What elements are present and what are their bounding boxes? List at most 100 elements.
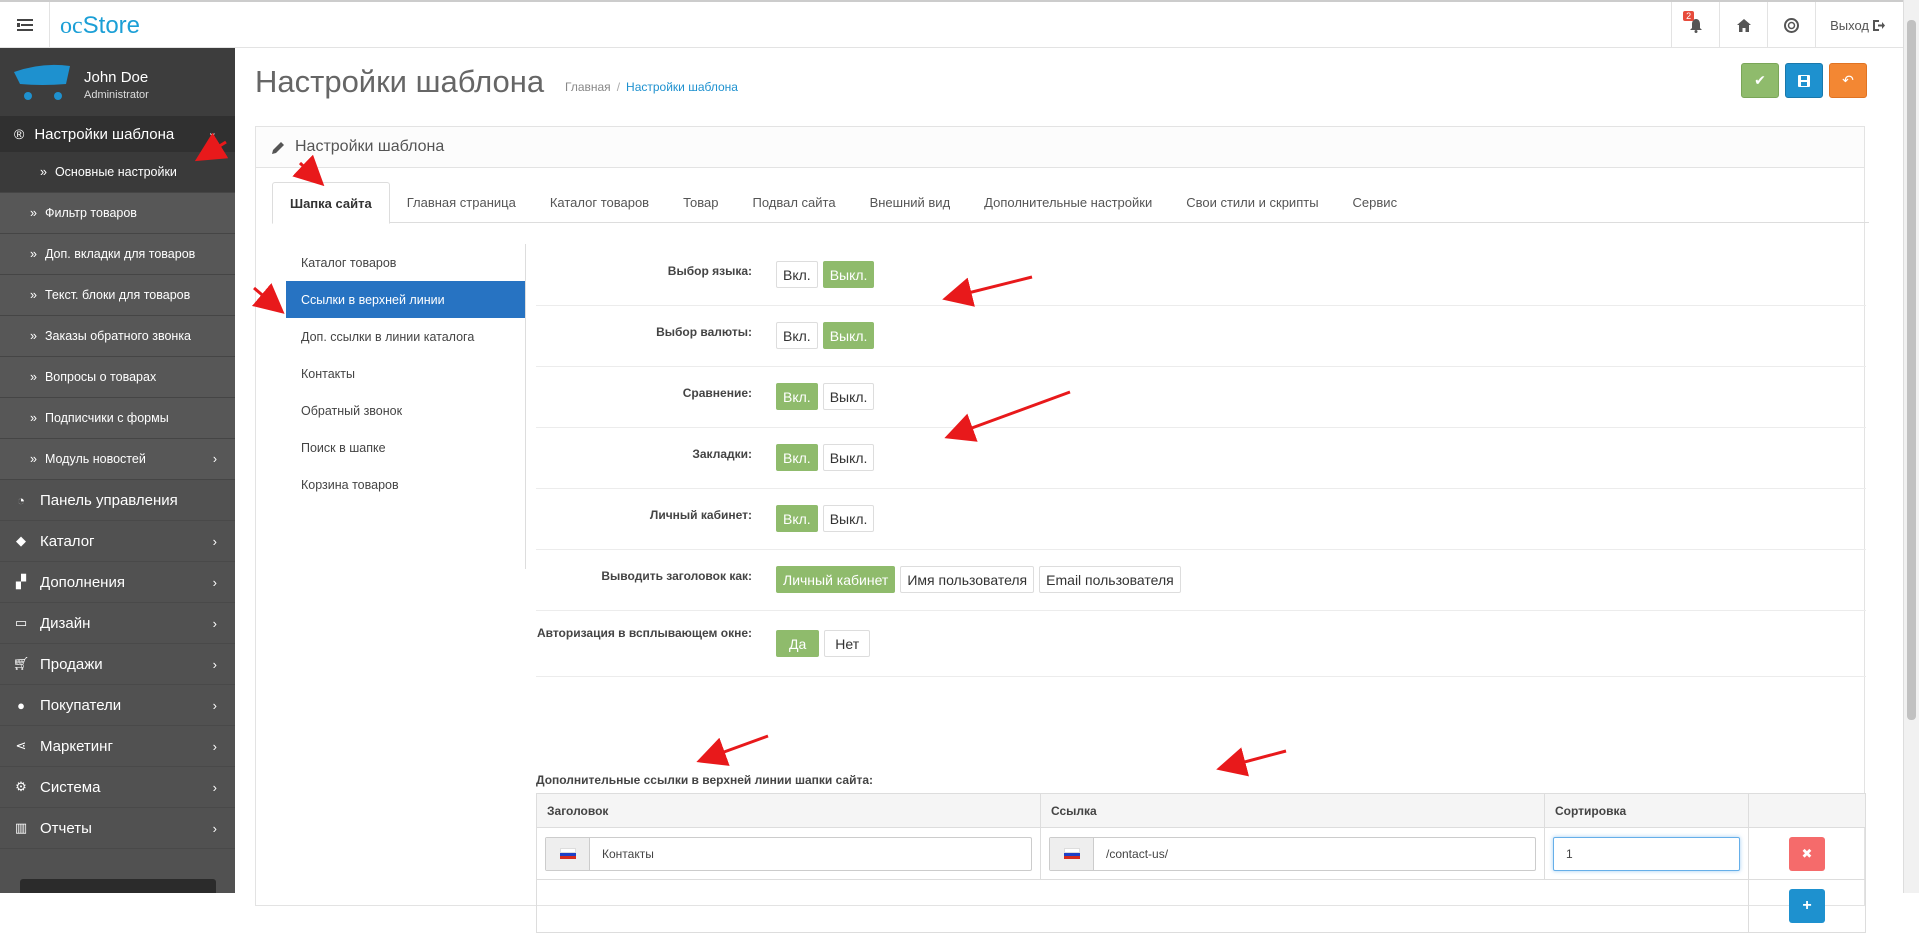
russian-flag-icon	[1063, 848, 1080, 859]
panel-title: Настройки шаблона	[295, 138, 445, 155]
heading-email-button[interactable]: Email пользователя	[1039, 566, 1181, 593]
page-actions: ✔ ↶	[1741, 63, 1867, 98]
breadcrumb-home[interactable]: Главная	[565, 80, 611, 94]
save-button[interactable]	[1785, 63, 1823, 98]
chevron-right-icon: ›	[212, 820, 217, 836]
sidebar-subitem-callback-orders[interactable]: » Заказы обратного звонка	[0, 316, 235, 357]
shopping-cart-logo-icon	[14, 64, 70, 100]
heading-username-button[interactable]: Имя пользователя	[900, 566, 1035, 593]
sidebar-subitem-product-filter[interactable]: » Фильтр товаров	[0, 193, 235, 234]
chevron-right-icon: ›	[212, 452, 217, 466]
account-off-button[interactable]: Выкл.	[822, 505, 875, 532]
add-cell: +	[1749, 880, 1865, 932]
sort-input[interactable]: 1	[1553, 836, 1740, 871]
currency-on-button[interactable]: Вкл.	[776, 322, 818, 349]
subnav-item-catalog[interactable]: Каталог товаров	[286, 244, 525, 281]
double-chevron-icon: »	[30, 247, 37, 261]
user-name: John Doe	[84, 69, 149, 86]
main-content: Настройки шаблона Главная / Настройки шабл…	[235, 48, 1903, 933]
scrollbar-thumb[interactable]	[1907, 20, 1916, 720]
bookmarks-off-button[interactable]: Выкл.	[822, 444, 875, 471]
chevron-right-icon: ›	[212, 574, 217, 590]
column-header-title: Заголовок	[537, 794, 1041, 827]
remove-row-button[interactable]: ✖	[1789, 836, 1825, 871]
sidebar-item-dashboard[interactable]: ◔ Панель управления	[0, 480, 235, 521]
settings-panel: Настройки шаблона Шапка сайта Главная ст…	[255, 126, 1869, 933]
cart-icon: 🛒︎	[12, 656, 30, 671]
user-role: Administrator	[84, 89, 149, 101]
add-row-button[interactable]: +	[1789, 889, 1825, 923]
link-input[interactable]: /contact-us/	[1094, 838, 1535, 870]
compare-on-button[interactable]: Вкл.	[776, 383, 818, 410]
column-header-link: Ссылка	[1041, 794, 1545, 827]
title-input[interactable]: Контакты	[590, 838, 1031, 870]
back-button[interactable]: ↶	[1829, 63, 1867, 98]
sidebar-item-label: Покупатели	[40, 696, 122, 714]
home-button[interactable]	[1719, 2, 1767, 48]
sidebar-subitem-form-subscribers[interactable]: » Подписчики с формы	[0, 398, 235, 439]
tab-footer[interactable]: Подвал сайта	[735, 182, 852, 223]
user-icon: ●	[17, 697, 25, 713]
menu-toggle-button[interactable]	[0, 2, 50, 48]
tab-home-page[interactable]: Главная страница	[390, 182, 533, 223]
sidebar-item-sales[interactable]: 🛒︎ Продажи ›	[0, 644, 235, 685]
heading-account-button[interactable]: Личный кабинет	[776, 566, 896, 593]
chevron-right-icon: ›	[212, 656, 217, 672]
sidebar-item-label: Отчеты	[40, 819, 92, 837]
tab-appearance[interactable]: Внешний вид	[853, 182, 968, 223]
bookmarks-on-button[interactable]: Вкл.	[776, 444, 818, 471]
support-button[interactable]	[1767, 2, 1815, 48]
sidebar-item-system[interactable]: ⚙︎ Система ›	[0, 767, 235, 808]
sidebar-item-reports[interactable]: ▥ Отчеты ›	[0, 808, 235, 849]
save-apply-button[interactable]: ✔	[1741, 63, 1779, 98]
setting-label: Выбор языка:	[667, 264, 752, 278]
subnav-item-catalog-links[interactable]: Доп. ссылки в линии каталога	[286, 318, 525, 355]
logout-button[interactable]: Выход	[1815, 2, 1903, 48]
setting-label: Закладки:	[692, 447, 752, 461]
sidebar-item-extensions[interactable]: ▞ Дополнения ›	[0, 562, 235, 603]
sidebar-item-design[interactable]: ▭ Дизайн ›	[0, 603, 235, 644]
setting-row-currency: Выбор валюты: Вкл. Выкл.	[536, 306, 1866, 367]
tab-product[interactable]: Товар	[666, 182, 735, 223]
chevron-down-icon: ⌄	[207, 127, 217, 139]
sort-cell: 1	[1545, 828, 1749, 879]
sidebar-subitem-label: Вопросы о товарах	[44, 370, 157, 384]
tab-service[interactable]: Сервис	[1336, 182, 1415, 223]
tab-additional-settings[interactable]: Дополнительные настройки	[967, 182, 1169, 223]
sidebar-subitem-text-blocks[interactable]: » Текст. блоки для товаров	[0, 275, 235, 316]
account-on-button[interactable]: Вкл.	[776, 505, 818, 532]
subnav-item-callback[interactable]: Обратный звонок	[286, 392, 525, 429]
language-off-button[interactable]: Выкл.	[822, 261, 875, 288]
popup-auth-no-button[interactable]: Нет	[824, 630, 871, 657]
plus-icon: +	[1802, 897, 1812, 914]
setting-label: Авторизация в всплывающем окне:	[536, 626, 752, 640]
compare-off-button[interactable]: Выкл.	[822, 383, 875, 410]
sign-out-icon	[1873, 19, 1885, 31]
sidebar-subitem-product-questions[interactable]: » Вопросы о товарах	[0, 357, 235, 398]
sidebar-subitem-product-tabs[interactable]: » Доп. вкладки для товаров	[0, 234, 235, 275]
subnav-item-cart[interactable]: Корзина товаров	[286, 466, 525, 503]
currency-off-button[interactable]: Выкл.	[822, 322, 875, 349]
sidebar-item-catalog[interactable]: ◆ Каталог ›	[0, 521, 235, 562]
double-chevron-icon: »	[30, 411, 37, 425]
notifications-button[interactable]: 2	[1671, 2, 1719, 48]
user-profile[interactable]: John Doe Administrator	[0, 48, 235, 116]
header-subsection-nav: Каталог товаров Ссылки в верхней линии Д…	[286, 244, 526, 569]
app-logo[interactable]: ocStore	[60, 12, 140, 40]
tab-custom-styles-scripts[interactable]: Свои стили и скрипты	[1169, 182, 1335, 223]
tab-product-catalog[interactable]: Каталог товаров	[533, 182, 666, 223]
subnav-item-contacts[interactable]: Контакты	[286, 355, 525, 392]
sidebar-item-template-settings[interactable]: ® Настройки шаблона ⌄	[0, 116, 235, 152]
page-scrollbar[interactable]	[1903, 0, 1919, 893]
breadcrumb-current[interactable]: Настройки шаблона	[626, 80, 738, 94]
sidebar-subitem-news-module[interactable]: » Модуль новостей ›	[0, 439, 235, 480]
language-on-button[interactable]: Вкл.	[776, 261, 818, 288]
popup-auth-yes-button[interactable]: Да	[776, 630, 820, 657]
sidebar-item-customers[interactable]: ● Покупатели ›	[0, 685, 235, 726]
subnav-item-top-links[interactable]: Ссылки в верхней линии	[286, 281, 525, 318]
subnav-item-search[interactable]: Поиск в шапке	[286, 429, 525, 466]
tab-header[interactable]: Шапка сайта	[272, 182, 390, 224]
action-cell: ✖	[1749, 828, 1865, 879]
sidebar-item-marketing[interactable]: ⋖ Маркетинг ›	[0, 726, 235, 767]
sidebar-subitem-main-settings[interactable]: » Основные настройки	[0, 152, 235, 193]
